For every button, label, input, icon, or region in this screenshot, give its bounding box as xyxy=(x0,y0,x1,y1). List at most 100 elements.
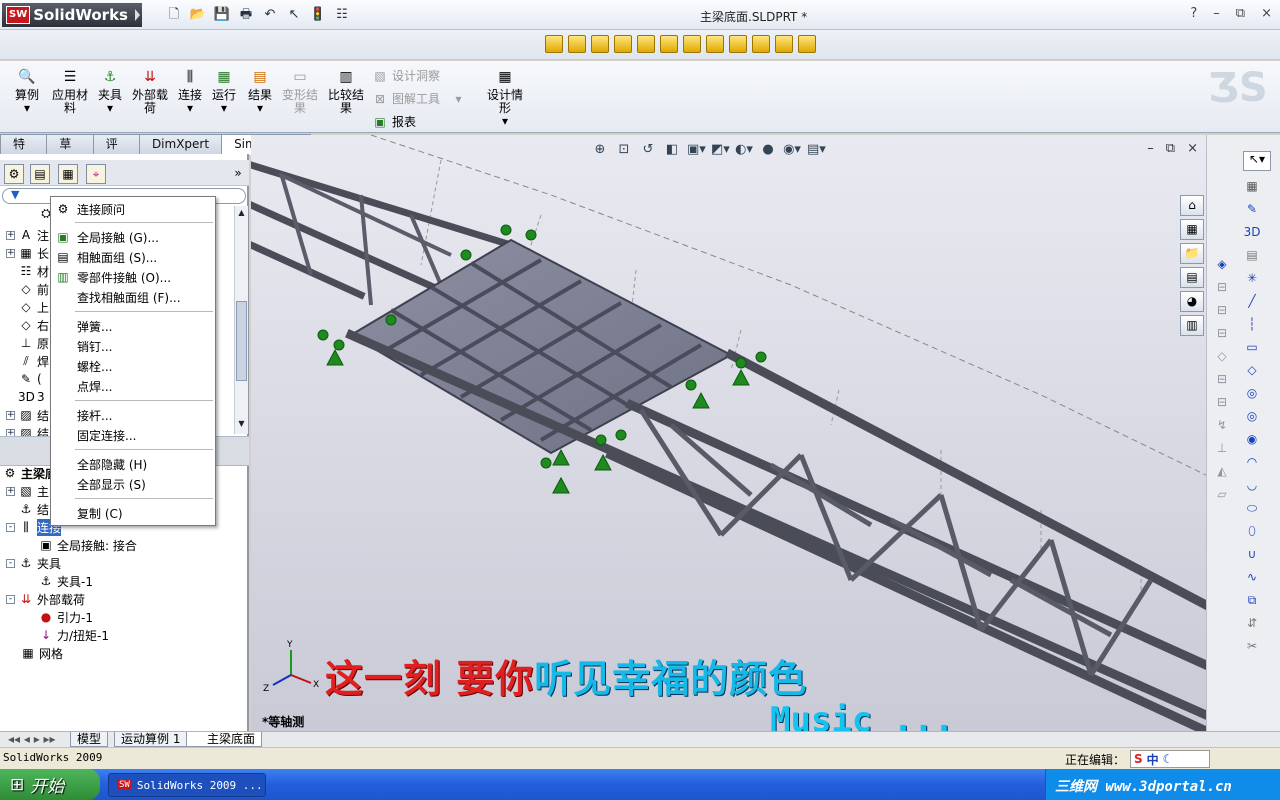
member-side-icon[interactable]: ▱ xyxy=(1213,485,1231,503)
menu-item-bolt[interactable]: 螺栓... xyxy=(51,356,215,376)
scroll-thumb[interactable] xyxy=(236,301,247,381)
menu-item-pin[interactable]: 销钉... xyxy=(51,336,215,356)
center-arc-icon[interactable]: ◉ xyxy=(1243,430,1261,448)
graphics-area[interactable]: Y X Z ⊕ ⊡ ↺ ◧ ▣▾ ◩▾ ◐▾ ● ◉▾ ▤▾ – ⧉ × ⌂ ▦… xyxy=(251,135,1206,731)
tab-nav-arrows[interactable]: ◂◂ ◂ ▸ ▸▸ xyxy=(2,732,62,747)
study-button[interactable]: 🔍 算例 ▾ xyxy=(12,67,42,115)
tree-row[interactable]: + A 注 xyxy=(6,226,49,244)
solidworks-menu-button[interactable]: SW SolidWorks xyxy=(2,3,142,27)
fixtures-node[interactable]: - ⚓ 夹具 xyxy=(6,554,61,572)
menu-item-spring[interactable]: 弹簧... xyxy=(51,316,215,336)
parabola-icon[interactable]: ∪ xyxy=(1243,545,1261,563)
member-side-icon[interactable]: ⊟ xyxy=(1213,278,1231,296)
plane-icon[interactable] xyxy=(798,35,816,53)
offset-icon[interactable]: ⧉ xyxy=(1243,591,1261,609)
polygon-icon[interactable]: ◇ xyxy=(1243,361,1261,379)
viewport-restore-button[interactable]: ⧉ xyxy=(1166,141,1175,156)
select-pointer-icon[interactable]: ↖ xyxy=(285,6,303,24)
cut-icon[interactable] xyxy=(706,35,724,53)
viewport-minimize-button[interactable]: – xyxy=(1147,141,1154,156)
report-button[interactable]: ▣ 报表 xyxy=(372,113,416,130)
select-tool-icon[interactable]: ↖▾ xyxy=(1243,151,1271,171)
undo-icon[interactable]: ↶ xyxy=(261,6,279,24)
member-side-icon[interactable]: ⊟ xyxy=(1213,393,1231,411)
run-button[interactable]: ▦ 运行 ▾ xyxy=(210,67,238,115)
expand-pane-icon[interactable]: » xyxy=(228,164,248,184)
tab-dimxpert[interactable]: DimXpert xyxy=(138,134,223,154)
sketch3d-tool-icon[interactable]: 3D xyxy=(1243,223,1261,241)
compare-results-button[interactable]: ▥ 比较结果 xyxy=(326,67,366,115)
hole-icon[interactable] xyxy=(729,35,747,53)
help-icon[interactable]: ? xyxy=(1190,6,1197,21)
results-button[interactable]: ▤ 结果 ▾ xyxy=(246,67,274,115)
restore-button[interactable]: ⧉ xyxy=(1236,6,1245,21)
save-icon[interactable]: 💾 xyxy=(213,6,231,24)
mirror-icon[interactable]: ⇵ xyxy=(1243,614,1261,632)
tangent-arc-icon[interactable]: ◠ xyxy=(1243,453,1261,471)
tree-row[interactable]: + ▦ 长 xyxy=(6,244,49,262)
sketch-tool-icon[interactable]: ✎ xyxy=(1243,200,1261,218)
zoom-fit-icon[interactable]: ⊕ xyxy=(591,141,609,159)
study-part[interactable]: + ▧ 主 xyxy=(6,482,49,500)
start-button[interactable]: ⊞ 开始 xyxy=(0,769,100,800)
fillet-bead-icon[interactable] xyxy=(660,35,678,53)
tab-simulation-study[interactable]: 主梁底面 xyxy=(186,732,263,747)
menu-item-global-contact[interactable]: ▣ 全局接触 (G)... xyxy=(51,227,215,247)
tree-row[interactable]: ◇ 上 xyxy=(6,298,49,316)
study-structure[interactable]: ⚓ 结 xyxy=(18,500,49,518)
tree-row[interactable]: ✎( xyxy=(6,370,42,388)
feature-manager-icon[interactable]: ⚙ xyxy=(4,164,24,184)
connections-button[interactable]: ⫼ 连接 ▾ xyxy=(176,67,204,115)
design-insight-button[interactable]: ▧ 设计洞察 xyxy=(372,67,440,84)
menu-item-find-contact-sets[interactable]: 查找相触面组 (F)... xyxy=(51,287,215,307)
home-icon[interactable]: ⌂ xyxy=(1180,195,1204,216)
open-file-icon[interactable]: 📂 xyxy=(189,6,207,24)
spline-icon[interactable]: ∿ xyxy=(1243,568,1261,586)
zoom-area-icon[interactable]: ⊡ xyxy=(615,141,633,159)
close-button[interactable]: × xyxy=(1261,6,1272,21)
member-side-icon[interactable]: ↯ xyxy=(1213,416,1231,434)
chamfer-icon[interactable] xyxy=(752,35,770,53)
appearance-icon[interactable]: ● xyxy=(759,141,777,159)
rebuild-icon[interactable]: 🚦 xyxy=(309,6,327,24)
custom-properties-icon[interactable]: ▥ xyxy=(1180,315,1204,336)
tree-row[interactable]: ⊥ 原 xyxy=(6,334,49,352)
scroll-down-icon[interactable]: ▼ xyxy=(235,419,248,432)
menu-item-show-all[interactable]: 全部显示 (S) xyxy=(51,474,215,494)
minimize-button[interactable]: – xyxy=(1213,6,1220,21)
member-side-icon[interactable]: ⊥ xyxy=(1213,439,1231,457)
menu-item-hide-all[interactable]: 全部隐藏 (H) xyxy=(51,454,215,474)
deformed-result-button[interactable]: ▭ 变形结果 xyxy=(280,67,320,115)
circle-icon[interactable]: ◎ xyxy=(1243,384,1261,402)
display-style-icon[interactable]: ◩▾ xyxy=(711,141,730,159)
tree-row[interactable]: ◇ 右 xyxy=(6,316,49,334)
reference-icon[interactable] xyxy=(775,35,793,53)
section-view-icon[interactable]: ◧ xyxy=(663,141,681,159)
plot-tools-button[interactable]: ⊠ 图解工具 ▾ xyxy=(372,90,462,107)
global-contact-node[interactable]: ▣ 全局接触: 接合 xyxy=(38,536,137,554)
ime-toolbar[interactable]: S 中 ☾ xyxy=(1130,750,1210,768)
menu-item-spot-weld[interactable]: 点焊... xyxy=(51,376,215,396)
configuration-manager-icon[interactable]: ▦ xyxy=(58,164,78,184)
previous-view-icon[interactable]: ↺ xyxy=(639,141,657,159)
view-settings-icon[interactable]: ▤▾ xyxy=(807,141,826,159)
tree-row[interactable]: 3D 3 xyxy=(6,388,45,406)
end-cap-icon[interactable] xyxy=(614,35,632,53)
options-icon[interactable]: ☷ xyxy=(333,6,351,24)
file-explorer-icon[interactable]: 📁 xyxy=(1180,243,1204,264)
menu-item-link[interactable]: 接杆... xyxy=(51,405,215,425)
point-icon[interactable]: ✳ xyxy=(1243,269,1261,287)
perimeter-circle-icon[interactable]: ◎ xyxy=(1243,407,1261,425)
dimxpert-manager-icon[interactable]: ⌖ xyxy=(86,164,106,184)
tree-row[interactable]: ⫽ 焊 xyxy=(6,352,49,370)
tree-row[interactable]: ◇ 前 xyxy=(6,280,49,298)
scene-icon[interactable]: ◉▾ xyxy=(783,141,801,159)
scroll-up-icon[interactable]: ▲ xyxy=(235,208,248,221)
partial-ellipse-icon[interactable]: ⬯ xyxy=(1243,522,1261,540)
extrude-icon[interactable] xyxy=(683,35,701,53)
menu-item-component-contact[interactable]: ▥ 零部件接触 (O)... xyxy=(51,267,215,287)
print-icon[interactable]: 🖶 xyxy=(237,6,255,24)
tag-icon[interactable]: ◈ xyxy=(1213,255,1231,273)
menu-item-contact-sets[interactable]: ▤ 相触面组 (S)... xyxy=(51,247,215,267)
grid-icon[interactable]: ▦ xyxy=(1243,177,1261,195)
